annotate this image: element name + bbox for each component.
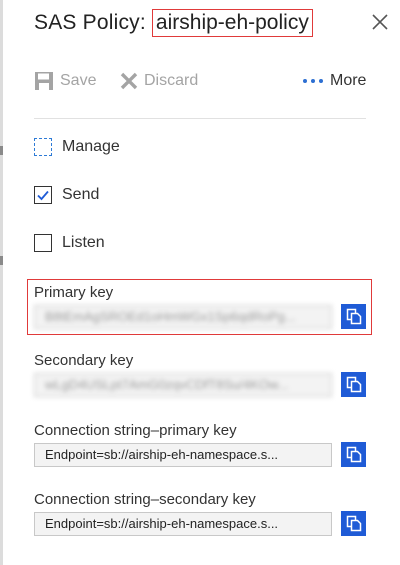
left-pane-tick [0,256,3,265]
toolbar: Save Discard More [34,66,400,96]
primary-key-label: Primary key [34,284,114,301]
secondary-key-field[interactable]: wLgD4USLpt7AmG0zqvCDfT8Su/4KOw... [34,373,332,397]
discard-button[interactable]: Discard [120,66,198,96]
copy-icon [346,446,361,463]
copy-conn-secondary-button[interactable] [341,511,366,536]
discard-icon [120,72,138,90]
copy-icon [346,308,361,325]
toolbar-divider [34,118,366,119]
conn-secondary-label: Connection string–secondary key [34,491,256,508]
more-label: More [330,72,367,89]
listen-label: Listen [62,234,105,251]
send-label: Send [62,186,100,203]
title-prefix: SAS Policy: [34,11,146,34]
close-button[interactable] [368,10,392,34]
conn-secondary-field[interactable]: Endpoint=sb://airship-eh-namespace.s... [34,512,332,536]
policy-name: airship-eh-policy [151,9,313,37]
discard-label: Discard [144,72,199,89]
listen-checkbox[interactable] [34,234,52,252]
panel-title: SAS Policy: airship-eh-policy [34,6,313,40]
copy-secondary-key-button[interactable] [341,372,366,397]
ellipsis-icon [303,79,323,83]
manage-checkbox-row[interactable]: Manage [34,136,120,158]
left-pane-tick [0,146,3,155]
more-button[interactable]: More [302,66,366,96]
copy-primary-key-button[interactable] [341,304,366,329]
manage-checkbox[interactable] [34,138,52,156]
primary-key-field[interactable]: B8tEmAgSROEd1oHmWGx1Sp6qdRoPg... [34,305,332,329]
secondary-key-label: Secondary key [34,352,134,369]
save-button[interactable]: Save [34,66,96,96]
save-icon [35,72,53,90]
send-checkbox[interactable] [34,186,52,204]
save-label: Save [60,72,97,89]
copy-icon [346,515,361,532]
close-icon [372,14,388,30]
checkmark-icon [37,190,49,201]
send-checkbox-row[interactable]: Send [34,184,99,206]
conn-primary-label: Connection string–primary key [34,422,237,439]
manage-label: Manage [62,138,120,155]
left-pane-border [0,0,3,565]
copy-conn-primary-button[interactable] [341,442,366,467]
conn-primary-field[interactable]: Endpoint=sb://airship-eh-namespace.s... [34,443,332,467]
copy-icon [346,376,361,393]
listen-checkbox-row[interactable]: Listen [34,232,105,254]
